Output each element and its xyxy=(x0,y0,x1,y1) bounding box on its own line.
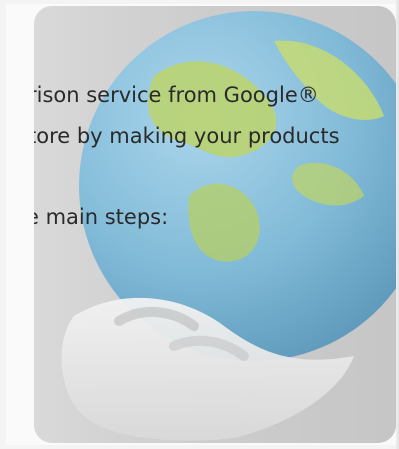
steps-intro: e main steps: xyxy=(34,205,169,229)
intro-line-1: rison service from Google® xyxy=(34,83,319,107)
watermark-image: rison service from Google® tore by makin… xyxy=(34,6,396,443)
edge-shadow xyxy=(395,0,399,449)
intro-line-2: tore by making your products xyxy=(34,124,340,148)
